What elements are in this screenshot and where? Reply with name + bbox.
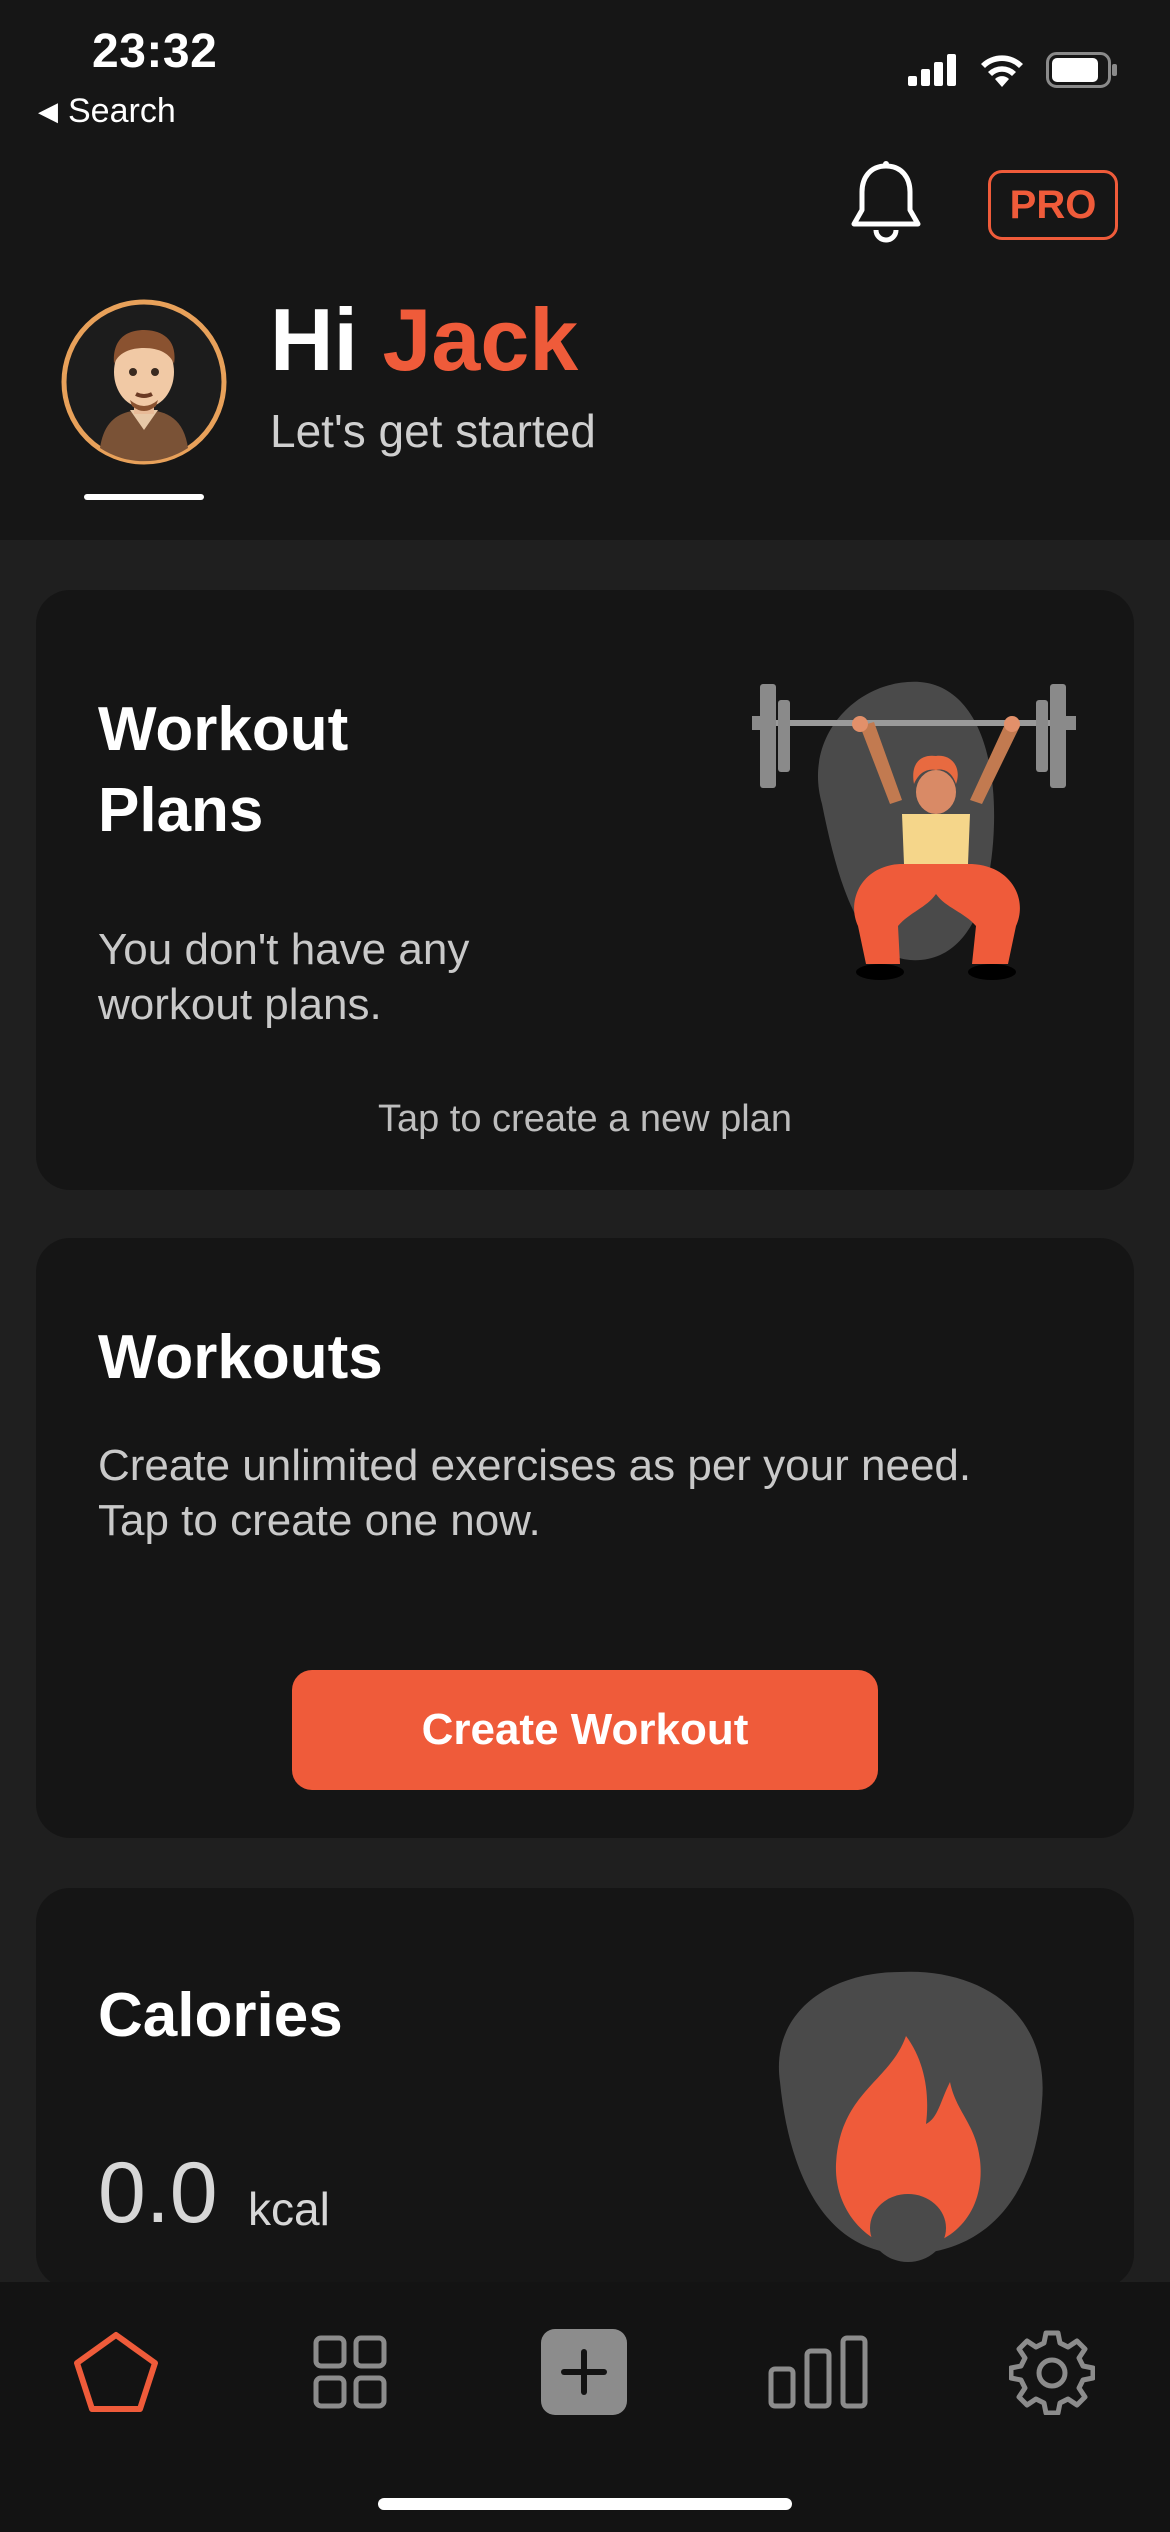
pentagon-home-icon	[74, 2332, 158, 2412]
calories-title: Calories	[98, 1981, 343, 2050]
avatar-underline	[84, 494, 204, 500]
tab-home[interactable]	[56, 2312, 176, 2432]
status-time: 23:32	[92, 25, 218, 78]
signal-icon	[908, 54, 956, 86]
workouts-title: Workouts	[98, 1323, 383, 1392]
tab-stats[interactable]	[758, 2312, 878, 2432]
plus-icon	[541, 2329, 627, 2415]
grid-icon	[313, 2335, 387, 2409]
greeting-prefix: Hi	[270, 290, 383, 389]
workouts-card: Workouts Create unlimited exercises as p…	[36, 1238, 1134, 1838]
workout-plans-card[interactable]: Workout Plans You don't have any workout…	[36, 590, 1134, 1190]
flame-illustration	[778, 1971, 1043, 2262]
tab-grid[interactable]	[290, 2312, 410, 2432]
battery-icon	[1046, 52, 1117, 88]
notification-bell-icon[interactable]	[848, 160, 924, 246]
workouts-text-line1: Create unlimited exercises as per your n…	[98, 1441, 972, 1490]
user-name: Jack	[382, 290, 579, 389]
create-workout-button[interactable]: Create Workout	[292, 1670, 878, 1790]
home-indicator	[378, 2498, 792, 2510]
status-icons	[908, 52, 1118, 88]
calories-unit: kcal	[248, 2183, 330, 2235]
gear-icon	[1009, 2330, 1095, 2415]
workout-plans-title: Workout Plans	[98, 690, 348, 851]
workouts-text-line2: Tap to create one now.	[98, 1496, 541, 1545]
greeting-title: Hi Jack	[270, 296, 578, 384]
bottom-tab-bar	[0, 2282, 1170, 2532]
calories-card[interactable]: Calories 0.0 kcal	[36, 1888, 1134, 2288]
tab-settings[interactable]	[992, 2312, 1112, 2432]
create-plan-hint[interactable]: Tap to create a new plan	[36, 1098, 1134, 1141]
back-to-search[interactable]: ◀ Search	[38, 92, 176, 131]
workout-plans-text-line2: workout plans.	[98, 980, 382, 1029]
tab-add[interactable]	[524, 2312, 644, 2432]
back-arrow-icon: ◀	[38, 96, 58, 126]
weightlifter-illustration	[752, 681, 1076, 980]
workouts-description: Create unlimited exercises as per your n…	[98, 1438, 971, 1548]
workout-plans-title-line2: Plans	[98, 775, 264, 845]
greeting-subtitle: Let's get started	[270, 405, 596, 457]
workout-plans-empty-text: You don't have any workout plans.	[98, 922, 469, 1032]
avatar[interactable]	[60, 298, 228, 466]
pro-badge-button[interactable]: PRO	[988, 170, 1118, 240]
workout-plans-text-line1: You don't have any	[98, 925, 470, 974]
workout-plans-title-line1: Workout	[98, 695, 349, 764]
bar-chart-icon	[768, 2335, 868, 2409]
wifi-icon	[981, 55, 1023, 87]
calories-value: 0.0	[98, 2145, 218, 2241]
back-label: Search	[68, 92, 176, 130]
